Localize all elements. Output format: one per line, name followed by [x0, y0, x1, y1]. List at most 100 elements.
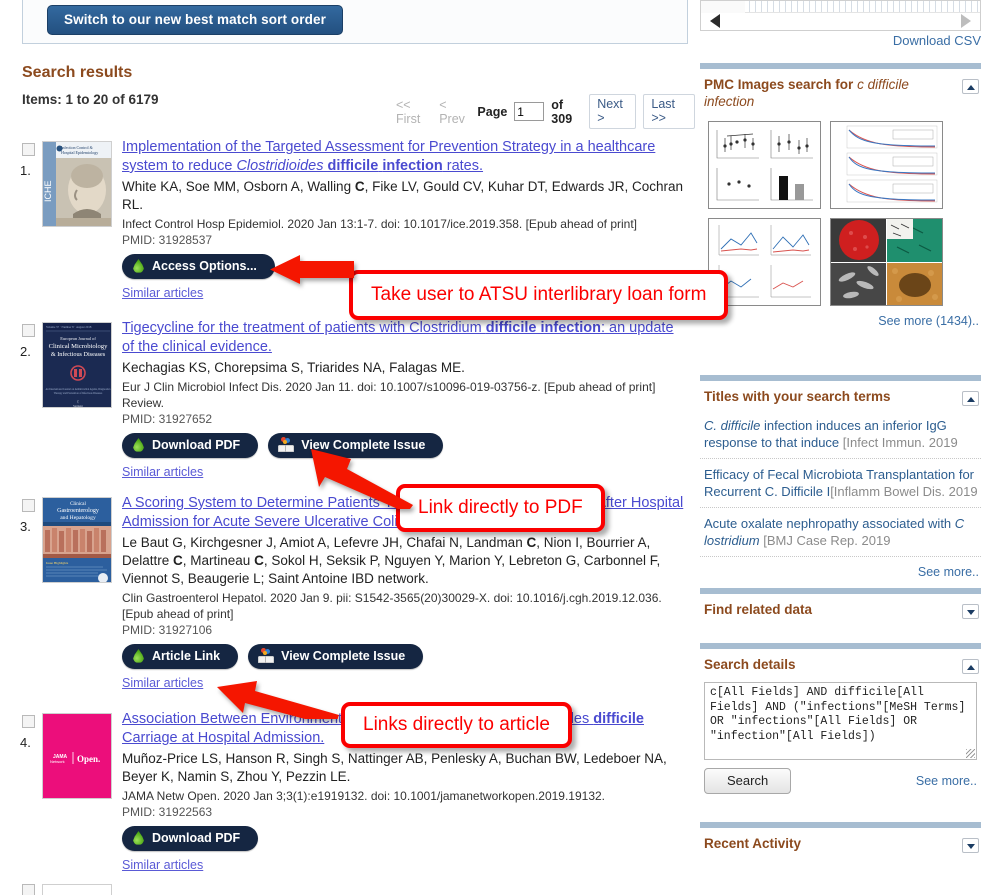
page-number-input[interactable]	[514, 102, 545, 121]
result-authors: White KA, Soe MM, Osborn A, Walling C, F…	[122, 179, 683, 212]
drop-icon	[132, 437, 145, 453]
titles-see-more-link[interactable]: See more..	[700, 557, 981, 579]
search-details-title: Search details	[704, 657, 796, 672]
search-results-heading: Search results	[22, 64, 133, 81]
access-options-button[interactable]: Access Options...	[122, 254, 275, 279]
annotation-callout: Links directly to article	[341, 702, 572, 748]
similar-articles-link[interactable]: Similar articles	[122, 465, 203, 479]
find-related-data-section: Find related data	[700, 588, 981, 623]
similar-articles-link[interactable]: Similar articles	[122, 676, 203, 690]
title-list-item[interactable]: Efficacy of Fecal Microbiota Transplanta…	[700, 459, 981, 508]
search-details-actions: Search See more..	[700, 760, 981, 794]
view-complete-issue-button[interactable]: View Complete Issue	[248, 644, 424, 669]
svg-text:Open.: Open.	[77, 754, 100, 764]
search-details-section: Search details c[All Fields] AND diffici…	[700, 643, 981, 794]
result-checkbox[interactable]	[22, 715, 35, 728]
search-button[interactable]: Search	[704, 768, 792, 794]
annotation-text: Links directly to article	[363, 714, 550, 735]
result-citation: Clin Gastroenterol Hepatol. 2020 Jan 9. …	[122, 591, 662, 621]
result-number: 1.	[20, 163, 31, 178]
collapse-toggle-search-details[interactable]	[962, 659, 979, 674]
first-page-button[interactable]: << First	[396, 98, 432, 126]
pmc-image-thumbnail[interactable]	[708, 121, 821, 209]
result-citation: Eur J Clin Microbiol Infect Dis. 2020 Ja…	[122, 380, 656, 410]
result-authors: Kechagias KS, Chorepsima S, Triarides NA…	[122, 360, 465, 375]
annotation-callout: Take user to ATSU interlibrary loan form	[349, 270, 729, 320]
scrollbar-thumb[interactable]	[701, 1, 745, 13]
download-csv-link[interactable]: Download CSV	[893, 33, 981, 48]
button-label: Article Link	[152, 649, 221, 663]
pmc-images-see-more-link[interactable]: See more (1434)..	[700, 306, 981, 328]
svg-text:Springer: Springer	[73, 405, 83, 408]
svg-text:& Infectious Diseases: & Infectious Diseases	[51, 351, 106, 358]
find-related-data-title: Find related data	[704, 602, 813, 617]
last-page-button[interactable]: Last >>	[643, 94, 696, 129]
journal-cover-thumbnail[interactable]: Clinical Gastroenterology and Hepatology	[42, 497, 112, 583]
result-title-link[interactable]: Implementation of the Targeted Assessmen…	[122, 139, 655, 174]
drop-icon	[132, 258, 145, 274]
pmc-image-thumbnail[interactable]	[830, 218, 943, 306]
annotation-arrow	[211, 669, 341, 719]
pmc-images-title-prefix: PMC Images search for	[704, 77, 858, 92]
result-number: 3.	[20, 519, 31, 534]
recent-activity-section: Recent Activity	[700, 822, 981, 857]
pagination: << First < Prev Page of 309 Next > Last …	[396, 94, 696, 129]
collapse-toggle-titles[interactable]	[962, 391, 979, 406]
svg-text:Clinical Microbiology: Clinical Microbiology	[49, 343, 108, 350]
result-authors: Le Baut G, Kirchgesner J, Amiot A, Lefev…	[122, 535, 661, 586]
scrollbar-track[interactable]	[701, 1, 980, 13]
result-checkbox[interactable]	[22, 884, 35, 895]
search-query-textarea[interactable]: c[All Fields] AND difficile[All Fields] …	[704, 682, 977, 760]
result-pmid: PMID: 31927652	[122, 412, 213, 426]
pmc-image-thumbnail[interactable]	[830, 121, 943, 209]
journal-cover-thumbnail[interactable]: Volume 37 · Number 8 · August 2018 Europ…	[42, 322, 112, 408]
right-triangle-icon[interactable]	[961, 14, 971, 28]
title-source: [Inflamm Bowel Dis. 2019	[830, 484, 978, 499]
download-pdf-button[interactable]: Download PDF	[122, 826, 259, 851]
next-page-button[interactable]: Next >	[589, 94, 637, 129]
left-triangle-icon[interactable]	[710, 14, 720, 28]
button-label: Download PDF	[152, 438, 241, 452]
similar-articles-link[interactable]: Similar articles	[122, 858, 203, 872]
titles-section: Titles with your search terms C. diffici…	[700, 375, 981, 579]
expand-toggle-find-related[interactable]	[962, 604, 979, 619]
result-title-link[interactable]: Tigecycline for the treatment of patient…	[122, 320, 674, 355]
svg-text:An International Journal on An: An International Journal on Antimicrobia…	[45, 388, 110, 391]
title-list-item[interactable]: Acute oxalate nephropathy associated wit…	[700, 508, 981, 557]
search-query-text: c[All Fields] AND difficile[All Fields] …	[710, 686, 973, 743]
title-list-item[interactable]: C. difficile infection induces an inferi…	[700, 410, 981, 459]
journal-cover-thumbnail[interactable]	[42, 884, 112, 895]
article-link-button[interactable]: Article Link	[122, 644, 239, 669]
button-label: Access Options...	[152, 259, 257, 273]
recent-activity-title: Recent Activity	[704, 836, 802, 851]
resize-grip[interactable]	[966, 749, 975, 758]
result-checkbox[interactable]	[22, 324, 35, 337]
svg-text:Therapy and Prevention of Infe: Therapy and Prevention of Infectious Dis…	[54, 392, 102, 395]
expand-toggle-recent-activity[interactable]	[962, 838, 979, 853]
horizontal-scrollbar[interactable]	[700, 0, 981, 31]
result-citation: Infect Control Hosp Epidemiol. 2020 Jan …	[122, 217, 638, 231]
similar-articles-link[interactable]: Similar articles	[122, 286, 203, 300]
titles-section-title: Titles with your search terms	[704, 389, 891, 404]
items-count-label: Items: 1 to 20 of 6179	[22, 92, 159, 107]
result-checkbox[interactable]	[22, 143, 35, 156]
sort-order-panel: Switch to our new best match sort order	[22, 0, 688, 44]
svg-text:European Journal of: European Journal of	[60, 336, 96, 341]
result-checkbox[interactable]	[22, 499, 35, 512]
book-icon	[278, 437, 295, 453]
journal-cover-thumbnail[interactable]: JAMA Network Open.	[42, 713, 112, 799]
search-details-see-more-link[interactable]: See more..	[916, 774, 977, 788]
result-pmid: PMID: 31927106	[122, 623, 213, 637]
result-action-buttons: Article Link View Complete Issue	[122, 644, 688, 669]
download-pdf-button[interactable]: Download PDF	[122, 433, 259, 458]
switch-sort-order-button[interactable]: Switch to our new best match sort order	[47, 5, 343, 35]
annotation-text: Take user to ATSU interlibrary loan form	[371, 284, 707, 305]
collapse-toggle-pmc-images[interactable]	[962, 79, 979, 94]
pubmed-search-results-page: Switch to our new best match sort order …	[0, 0, 981, 895]
result-number: 4.	[20, 735, 31, 750]
journal-cover-thumbnail[interactable]: ICHE Infection Control & Hospital Epidem…	[42, 141, 112, 227]
sidebar: Download CSV PMC Images search for c dif…	[700, 0, 981, 895]
svg-text:Volume 37 · Number 8 · August: Volume 37 · Number 8 · August 2018	[46, 325, 92, 329]
prev-page-button[interactable]: < Prev	[439, 98, 470, 126]
pmc-images-grid	[700, 115, 981, 306]
